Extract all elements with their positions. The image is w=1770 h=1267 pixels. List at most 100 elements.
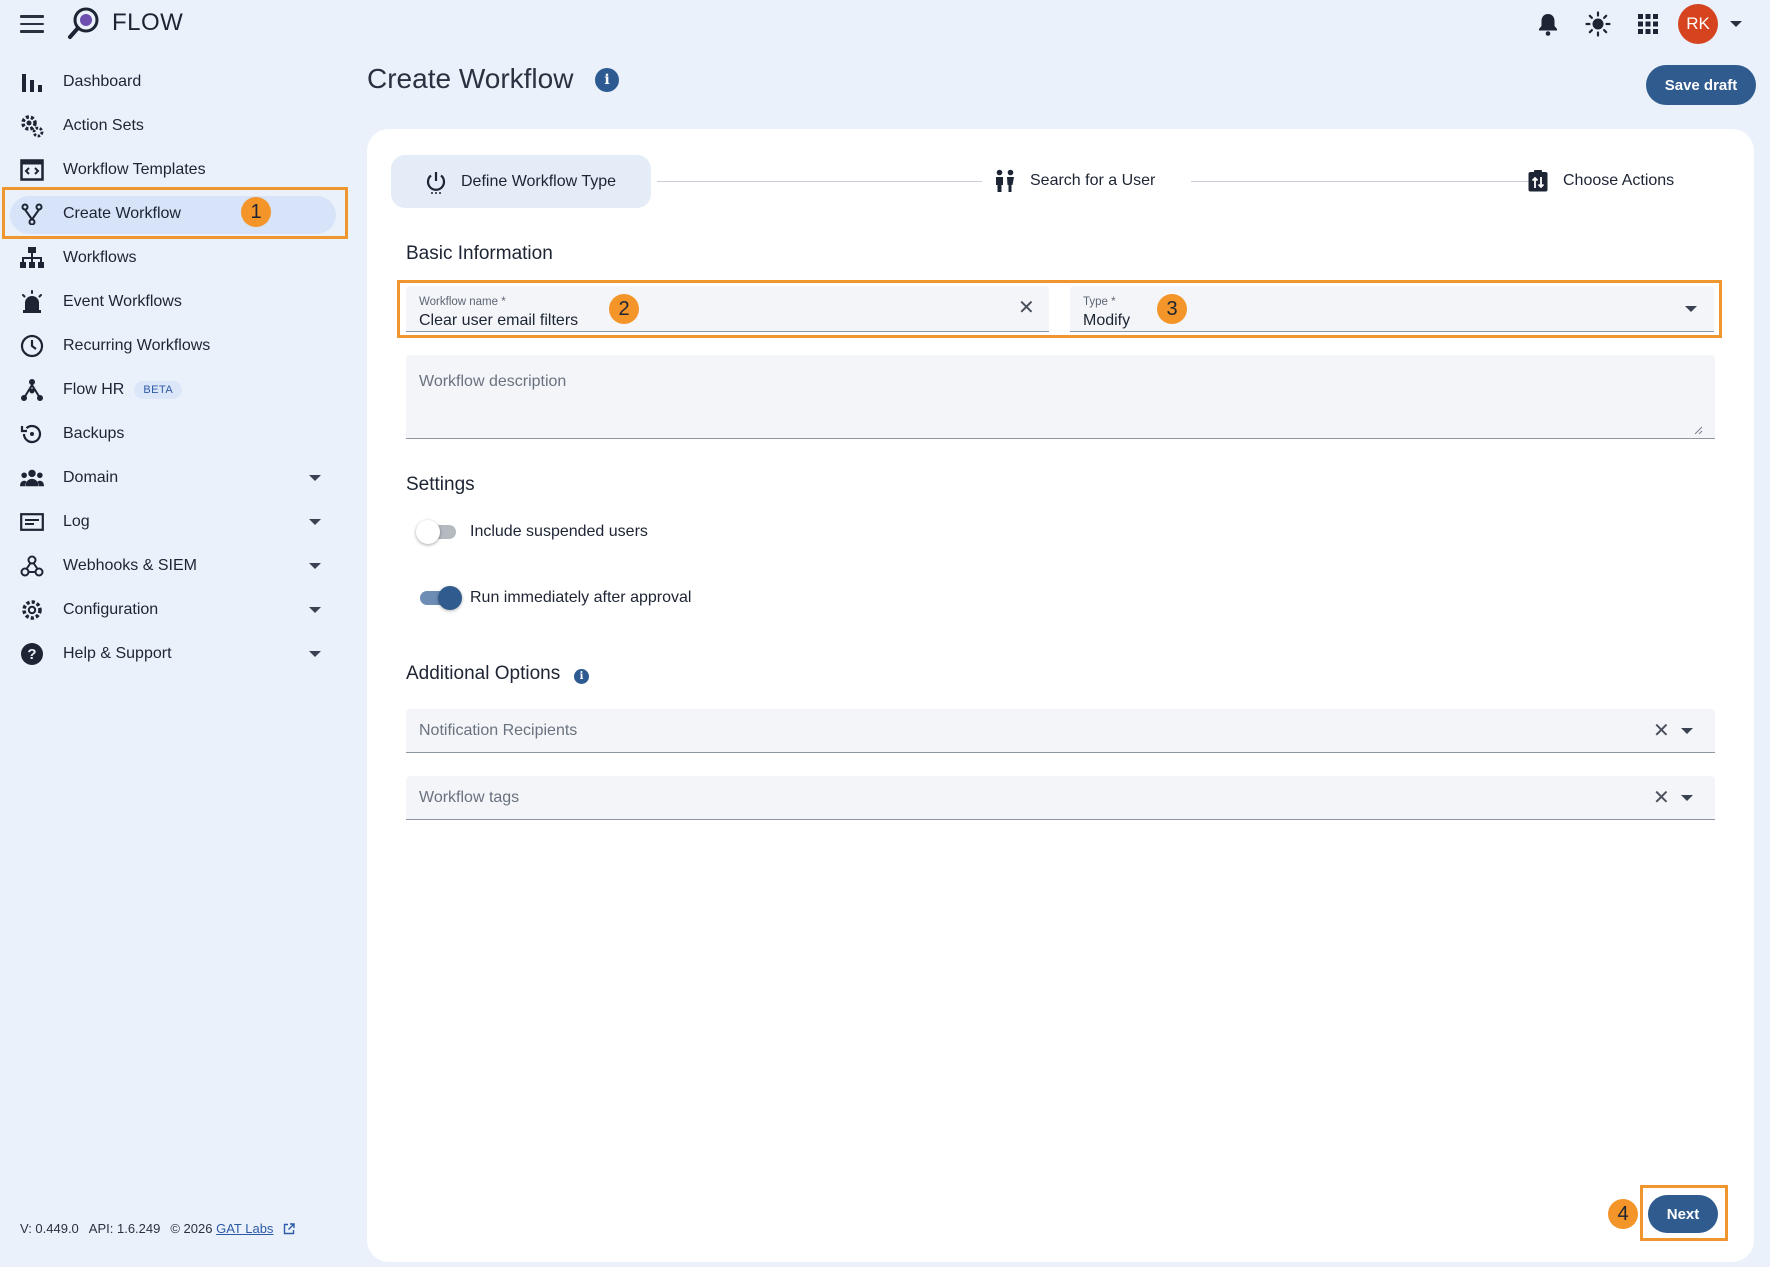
sitemap-icon [20, 246, 44, 270]
menu-icon[interactable] [20, 15, 44, 33]
sidebar-item-label: Workflows [63, 249, 137, 266]
step-search-user[interactable]: Search for a User [994, 169, 1155, 193]
gears-icon [20, 114, 44, 138]
user-avatar[interactable]: RK [1678, 4, 1718, 44]
app-version: V: 0.449.0 [20, 1221, 79, 1236]
sidebar-item-label: Backups [63, 425, 125, 442]
beta-badge: BETA [134, 381, 183, 399]
apps-grid-icon[interactable] [1623, 4, 1673, 44]
sidebar-item-flow-hr[interactable]: Flow HR BETA [0, 368, 350, 412]
workflow-description-field[interactable]: Workflow description [406, 355, 1715, 439]
account-caret-icon[interactable] [1730, 21, 1742, 27]
sidebar-item-label: Domain [63, 469, 119, 486]
power-icon [425, 170, 447, 194]
chevron-down-icon[interactable] [309, 475, 321, 481]
settings-heading: Settings [406, 474, 475, 495]
sidebar-item-dashboard[interactable]: Dashboard [0, 60, 350, 104]
workflow-tags-select[interactable]: Workflow tags ✕ [406, 776, 1715, 820]
run-immediately-toggle[interactable]: Run immediately after approval [420, 586, 692, 610]
toggle-label: Run immediately after approval [470, 589, 692, 606]
alarm-light-icon [20, 290, 44, 314]
notification-recipients-select[interactable]: Notification Recipients ✕ [406, 709, 1715, 753]
info-icon[interactable]: i [574, 669, 589, 684]
annotation-badge-1: 1 [241, 197, 271, 227]
step-label: Define Workflow Type [461, 172, 617, 190]
sidebar-item-label: Webhooks & SIEM [63, 557, 197, 574]
chevron-down-icon[interactable] [309, 519, 321, 525]
svg-text:?: ? [27, 646, 36, 663]
copyright: © 2026 [170, 1221, 213, 1236]
sidebar-item-domain[interactable]: Domain [0, 456, 350, 500]
sidebar-item-workflow-templates[interactable]: Workflow Templates [0, 148, 350, 192]
tags-placeholder: Workflow tags [419, 789, 520, 806]
external-link-icon[interactable] [283, 1222, 296, 1235]
page-title: Create Workflow [367, 63, 574, 94]
chevron-down-icon[interactable] [309, 563, 321, 569]
include-suspended-toggle[interactable]: Include suspended users [416, 520, 648, 544]
toggle-label: Include suspended users [470, 523, 648, 540]
annotation-box-1 [2, 187, 348, 239]
step-label: Choose Actions [1563, 172, 1675, 189]
settings-icon [20, 598, 44, 622]
gat-labs-link[interactable]: GAT Labs [216, 1221, 273, 1236]
sidebar-item-log[interactable]: Log [0, 500, 350, 544]
toggle-track[interactable] [420, 586, 462, 610]
additional-options-heading: Additional Options [406, 663, 561, 684]
sidebar-item-label: Action Sets [63, 117, 144, 134]
sidebar-item-label: Help & Support [63, 645, 172, 662]
template-icon [20, 158, 44, 182]
toggle-track[interactable] [416, 520, 456, 544]
webhook-icon [20, 554, 44, 578]
sidebar-item-workflows[interactable]: Workflows [0, 236, 350, 280]
app-name: FLOW [112, 9, 184, 36]
people-search-icon [994, 169, 1016, 193]
sidebar-item-webhooks-siem[interactable]: Webhooks & SIEM [0, 544, 350, 588]
toggle-knob[interactable] [438, 586, 462, 610]
hr-tree-icon [20, 378, 44, 402]
annotation-badge-2: 2 [609, 294, 639, 324]
sidebar-item-label: Flow HR [63, 381, 125, 398]
step-choose-actions[interactable]: Choose Actions [1527, 169, 1674, 193]
help-icon: ? [20, 642, 44, 666]
sidebar-item-label: Recurring Workflows [63, 337, 211, 354]
annotation-box-4 [1640, 1185, 1728, 1241]
clear-icon[interactable]: ✕ [1653, 788, 1670, 808]
sidebar-item-label: Dashboard [63, 73, 142, 90]
dropdown-arrow-icon[interactable] [1681, 795, 1693, 801]
log-icon [20, 510, 44, 534]
save-draft-button[interactable]: Save draft [1646, 65, 1756, 105]
clock-icon [20, 334, 44, 358]
sidebar-item-action-sets[interactable]: Action Sets [0, 104, 350, 148]
restore-icon [20, 422, 44, 446]
dropdown-arrow-icon[interactable] [1681, 728, 1693, 734]
sidebar-item-label: Log [63, 513, 90, 530]
resize-handle-icon[interactable] [1693, 425, 1703, 435]
recipients-placeholder: Notification Recipients [419, 722, 578, 739]
annotation-badge-4: 4 [1608, 1199, 1638, 1229]
step-connector [1191, 181, 1533, 182]
api-version: API: 1.6.249 [88, 1221, 161, 1236]
theme-icon[interactable] [1573, 4, 1623, 44]
sidebar-item-backups[interactable]: Backups [0, 412, 350, 456]
sidebar-item-label: Workflow Templates [63, 161, 206, 178]
sidebar-item-recurring-workflows[interactable]: Recurring Workflows [0, 324, 350, 368]
sidebar-item-configuration[interactable]: Configuration [0, 588, 350, 632]
sidebar-item-help-support[interactable]: ? Help & Support [0, 632, 350, 676]
basic-information-heading: Basic Information [406, 243, 553, 264]
clear-icon[interactable]: ✕ [1653, 721, 1670, 741]
annotation-badge-3: 3 [1157, 294, 1187, 324]
sidebar-item-event-workflows[interactable]: Event Workflows [0, 280, 350, 324]
chevron-down-icon[interactable] [309, 607, 321, 613]
step-connector [657, 181, 982, 182]
sidebar: Dashboard Action Sets Workflow Templates… [0, 60, 350, 676]
version-footer: V: 0.449.0 API: 1.6.249 © 2026 GAT Labs [20, 1221, 296, 1236]
step-label: Search for a User [1030, 172, 1156, 189]
chevron-down-icon[interactable] [309, 651, 321, 657]
info-icon[interactable]: i [595, 68, 619, 92]
toggle-knob[interactable] [416, 520, 440, 544]
app-logo[interactable]: FLOW [66, 5, 183, 41]
people-icon [20, 466, 44, 490]
clipboard-arrows-icon [1527, 169, 1549, 193]
notifications-icon[interactable] [1523, 4, 1573, 44]
step-define-workflow-type[interactable]: Define Workflow Type [391, 155, 651, 208]
